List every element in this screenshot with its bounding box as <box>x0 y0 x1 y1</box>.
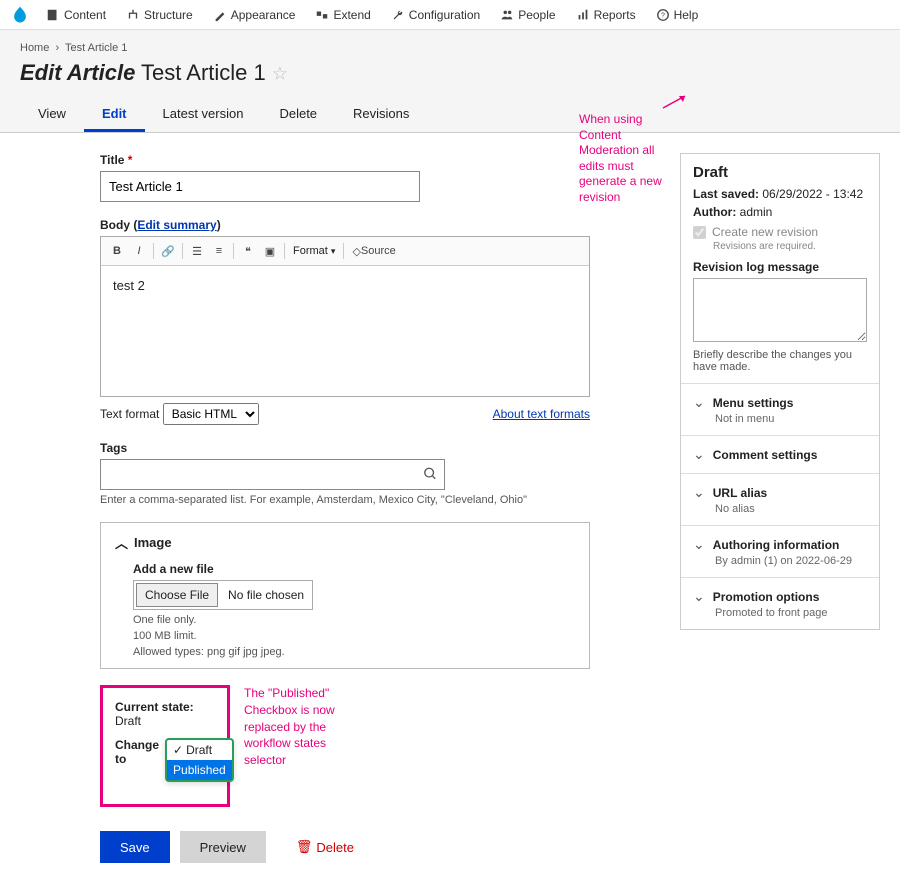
breadcrumb-current: Test Article 1 <box>65 42 127 54</box>
italic-icon[interactable]: I <box>129 241 149 261</box>
accordion-promotion-options[interactable]: ⌄ Promotion options <box>693 588 867 605</box>
revision-log-label: Revision log message <box>693 260 867 274</box>
sidebar: Draft Last saved: 06/29/2022 - 13:42 Aut… <box>680 153 880 630</box>
image-icon[interactable]: ▣ <box>260 241 280 261</box>
state-option-draft[interactable]: Draft <box>167 740 232 760</box>
url-alias-sub: No alias <box>715 503 867 515</box>
moderation-state-box: Current state: Draft Change to Draft Pub… <box>100 685 230 807</box>
tags-input[interactable] <box>100 459 445 490</box>
editor-body[interactable]: test 2 <box>101 266 589 396</box>
wysiwyg-editor: B I 🔗 ☰ ≡ ❝ ▣ Format ▾ ◇ Source test 2 <box>100 236 590 397</box>
file-input[interactable]: Choose File No file chosen <box>133 580 313 610</box>
file-help-2: 100 MB limit. <box>133 630 575 642</box>
chevron-down-icon: ⌄ <box>693 394 705 411</box>
moderation-state-select[interactable]: Draft Published <box>165 738 234 782</box>
format-dropdown[interactable]: Format ▾ <box>289 245 339 257</box>
add-file-label: Add a new file <box>133 562 575 576</box>
star-icon[interactable]: ☆ <box>272 64 288 84</box>
tags-field-group: Tags Enter a comma-separated list. For e… <box>100 441 590 506</box>
edit-summary-link[interactable]: Edit summary <box>137 218 216 232</box>
tab-latest-version[interactable]: Latest version <box>145 98 262 132</box>
text-format-selector: Text format Basic HTML <box>100 403 259 425</box>
image-details: ︿ Image Add a new file Choose File No fi… <box>100 522 590 669</box>
chevron-down-icon: ⌄ <box>693 484 705 501</box>
save-button[interactable]: Save <box>100 831 170 863</box>
promotion-sub: Promoted to front page <box>715 607 867 619</box>
page-header: Home › Test Article 1 Edit Article Test … <box>0 30 900 133</box>
accordion-menu-settings[interactable]: ⌄ Menu settings <box>693 394 867 411</box>
toolbar-people[interactable]: People <box>490 0 565 29</box>
toolbar-content[interactable]: Content <box>36 0 116 29</box>
breadcrumb: Home › Test Article 1 <box>20 42 880 54</box>
revision-log-help: Briefly describe the changes you have ma… <box>693 349 867 373</box>
create-revision-checkbox <box>693 226 706 239</box>
toolbar-configuration[interactable]: Configuration <box>381 0 490 29</box>
bold-icon[interactable]: B <box>107 241 127 261</box>
action-buttons: Save Preview 🗑 Delete <box>100 831 590 863</box>
bullet-list-icon[interactable]: ☰ <box>187 241 207 261</box>
text-format-select[interactable]: Basic HTML <box>163 403 259 425</box>
current-state-row: Current state: Draft <box>115 700 215 728</box>
accordion-comment-settings[interactable]: ⌄ Comment settings <box>693 446 867 463</box>
svg-text:?: ? <box>661 12 665 19</box>
page-title: Edit Article Test Article 1 ☆ <box>20 60 880 86</box>
file-status-text: No file chosen <box>220 588 312 602</box>
file-help-1: One file only. <box>133 614 575 626</box>
accordion-authoring-info[interactable]: ⌄ Authoring information <box>693 536 867 553</box>
admin-toolbar: Content Structure Appearance Extend Conf… <box>0 0 900 30</box>
toolbar-help[interactable]: ?Help <box>646 0 709 29</box>
quote-icon[interactable]: ❝ <box>238 241 258 261</box>
breadcrumb-home[interactable]: Home <box>20 42 49 54</box>
author: Author: admin <box>693 205 867 219</box>
file-help-3: Allowed types: png gif jpg jpeg. <box>133 646 575 658</box>
arrow-icon <box>661 92 691 112</box>
toolbar-appearance[interactable]: Appearance <box>203 0 306 29</box>
body-label: Body (Edit summary) <box>100 218 590 232</box>
state-option-published[interactable]: Published <box>167 760 232 780</box>
chevron-down-icon: ⌄ <box>693 446 705 463</box>
source-button[interactable]: ◇ Source <box>348 241 399 261</box>
about-text-formats-link[interactable]: About text formats <box>493 407 590 421</box>
sidebar-status: Draft <box>693 164 867 181</box>
tags-label: Tags <box>100 441 590 455</box>
link-icon[interactable]: 🔗 <box>158 241 178 261</box>
chevron-up-icon: ︿ <box>115 533 128 552</box>
primary-tabs: View Edit Latest version Delete Revision… <box>20 98 880 132</box>
chevron-down-icon: ⌄ <box>693 536 705 553</box>
create-revision-row: Create new revision <box>693 225 867 239</box>
number-list-icon[interactable]: ≡ <box>209 241 229 261</box>
annotation-workflow: The "Published" Checkbox is now replaced… <box>244 685 364 769</box>
menu-settings-sub: Not in menu <box>715 413 867 425</box>
drupal-logo-icon[interactable] <box>10 5 30 25</box>
toolbar-reports[interactable]: Reports <box>566 0 646 29</box>
annotation-revision: When using Content Moderation all edits … <box>579 112 679 206</box>
moderation-area: Current state: Draft Change to Draft Pub… <box>100 685 590 863</box>
toolbar-structure[interactable]: Structure <box>116 0 203 29</box>
image-summary[interactable]: ︿ Image <box>115 533 575 552</box>
editor-toolbar: B I 🔗 ☰ ≡ ❝ ▣ Format ▾ ◇ Source <box>101 237 589 266</box>
tab-revisions[interactable]: Revisions <box>335 98 427 132</box>
authoring-sub: By admin (1) on 2022-06-29 <box>715 555 867 567</box>
tab-edit[interactable]: Edit <box>84 98 145 132</box>
title-field-group: Title * <box>100 153 590 202</box>
title-input[interactable] <box>100 171 420 202</box>
toolbar-extend[interactable]: Extend <box>305 0 380 29</box>
accordion-url-alias[interactable]: ⌄ URL alias <box>693 484 867 501</box>
tags-help: Enter a comma-separated list. For exampl… <box>100 494 590 506</box>
chevron-down-icon: ⌄ <box>693 588 705 605</box>
delete-button[interactable]: 🗑 Delete <box>276 831 374 863</box>
tab-view[interactable]: View <box>20 98 84 132</box>
change-to-label: Change to <box>115 738 159 766</box>
revision-log-textarea[interactable] <box>693 278 867 342</box>
choose-file-button[interactable]: Choose File <box>136 583 218 607</box>
title-label: Title * <box>100 153 590 167</box>
body-field-group: Body (Edit summary) B I 🔗 ☰ ≡ ❝ ▣ Format… <box>100 218 590 425</box>
preview-button[interactable]: Preview <box>180 831 266 863</box>
search-icon <box>423 466 437 483</box>
last-saved: Last saved: 06/29/2022 - 13:42 <box>693 187 867 201</box>
tab-delete[interactable]: Delete <box>261 98 335 132</box>
revisions-required: Revisions are required. <box>713 241 867 252</box>
trash-icon: 🗑 <box>296 839 313 855</box>
